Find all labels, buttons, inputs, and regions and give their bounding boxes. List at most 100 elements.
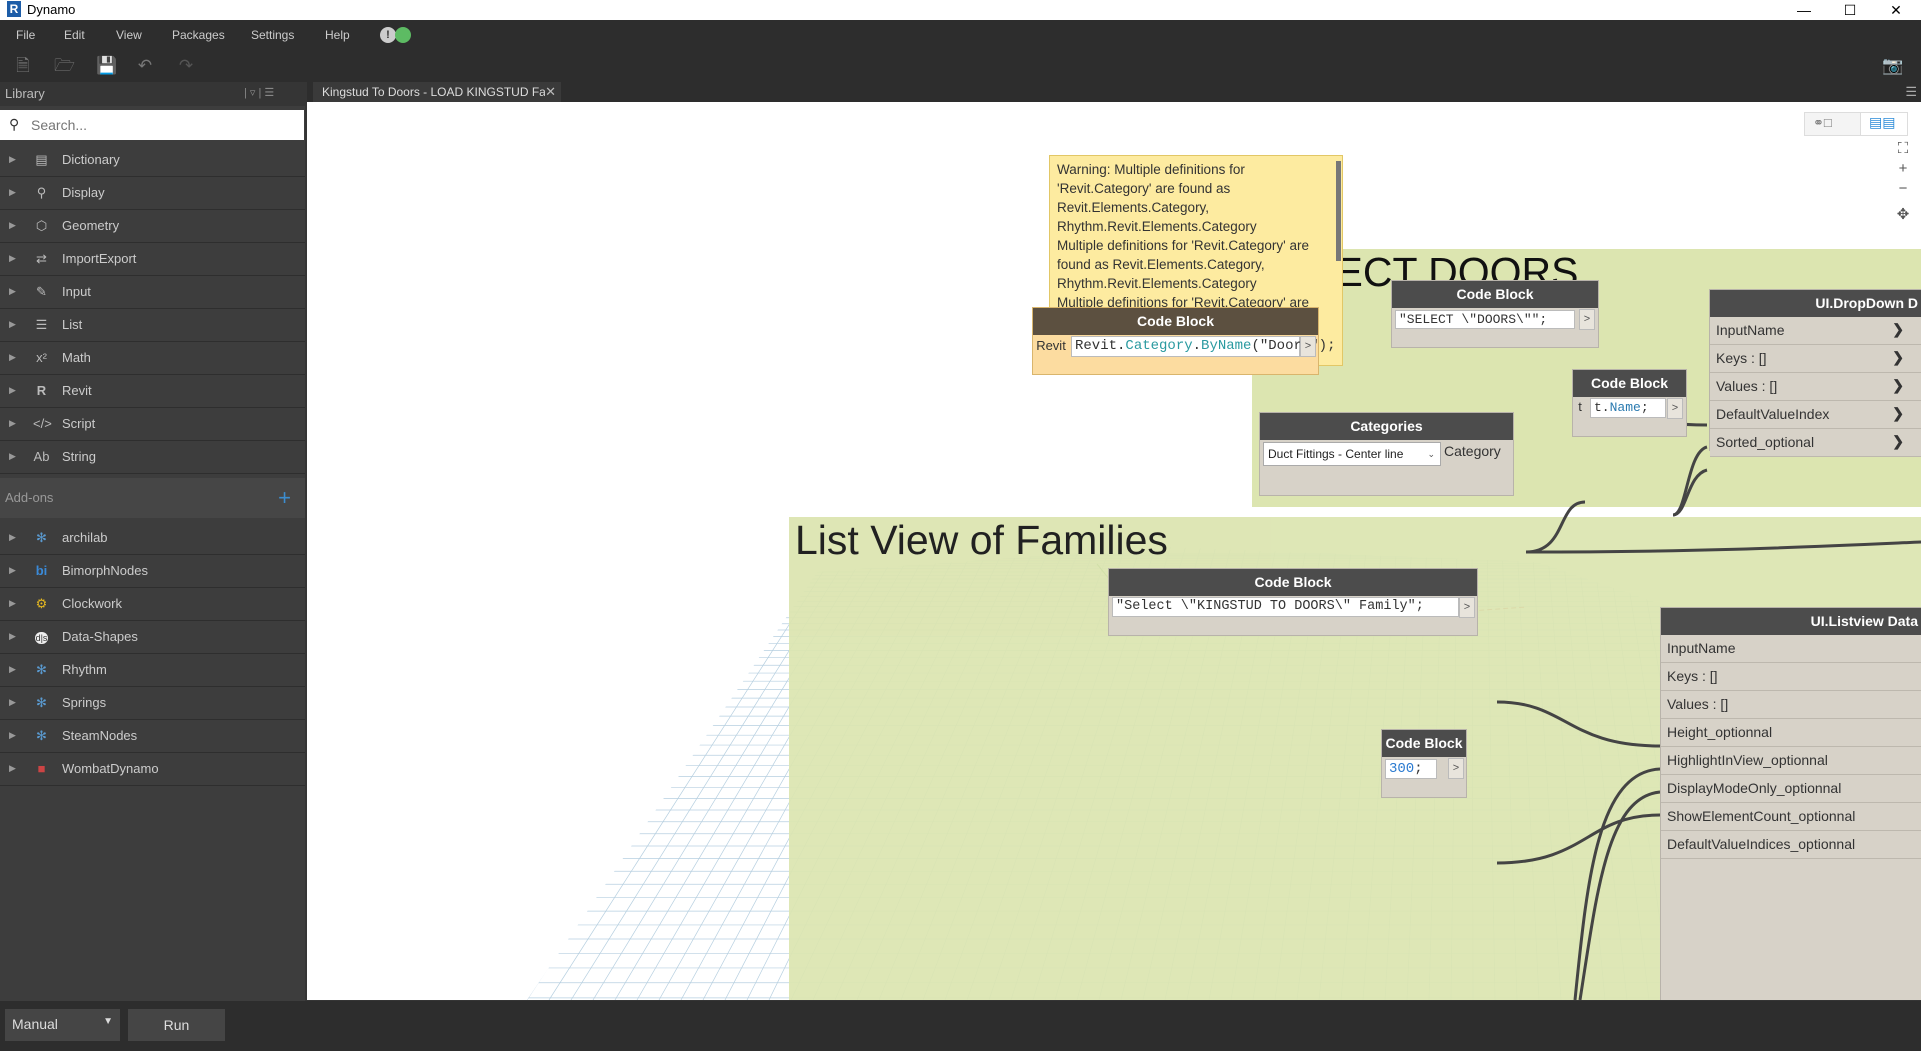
ui-dropdown-node[interactable]: UI.DropDown D InputName ❯ Keys : [] ❯ Values… [1709, 289, 1921, 457]
input-port[interactable]: Values : [] [1661, 691, 1921, 719]
input-port[interactable]: DefaultValueIndices_optionnal [1661, 831, 1921, 859]
library-category[interactable]: ▶ ✎ Input [0, 276, 305, 309]
library-category[interactable]: ▶ R Revit [0, 375, 305, 408]
library-search[interactable]: ⚲ [0, 110, 304, 140]
library-category[interactable]: ▶ ⇄ ImportExport [0, 243, 305, 276]
input-port[interactable]: Sorted_optional ❯ [1710, 429, 1921, 457]
expand-arrow-icon[interactable]: ▶ [9, 187, 16, 198]
warning-scrollbar[interactable] [1336, 161, 1341, 261]
graph-canvas[interactable]: SELECT DOORS List View of Families Warni… [307, 102, 1921, 1000]
categories-node[interactable]: Categories Duct Fittings - Center line ⌄… [1259, 412, 1514, 496]
input-port[interactable]: InputName ❯ [1710, 317, 1921, 345]
addon-package[interactable]: ▶ bi BimorphNodes [0, 555, 305, 588]
input-port[interactable]: ShowElementCount_optionnal [1661, 803, 1921, 831]
menu-file[interactable]: File [16, 28, 35, 42]
pan-icon[interactable]: ✥ [1893, 205, 1913, 225]
code-editor[interactable]: Revit.Category.ByName("Doors"); [1071, 336, 1335, 357]
expand-arrow-icon[interactable]: ▶ [9, 697, 16, 708]
zoom-in-icon[interactable]: + [1893, 159, 1913, 179]
expand-arrow-icon[interactable]: ▶ [9, 730, 16, 741]
open-file-icon[interactable]: 🗁 [54, 57, 75, 75]
new-file-icon[interactable]: 🗎 [14, 57, 32, 75]
addon-package[interactable]: ▶ ✻ Springs [0, 687, 305, 720]
code-block-select-doors-node[interactable]: Code Block "SELECT \"DOORS\""; > [1391, 280, 1599, 348]
input-port[interactable]: Keys : [] ❯ [1710, 345, 1921, 373]
category-dropdown[interactable]: Duct Fittings - Center line ⌄ [1263, 442, 1441, 466]
library-toolbar-icons[interactable]: | ▿ | ☰ [244, 86, 274, 99]
code-editor[interactable]: t.Name; [1590, 398, 1666, 418]
addon-package[interactable]: ▶ ✻ archilab [0, 522, 305, 555]
input-port[interactable]: Values : [] ❯ [1710, 373, 1921, 401]
expand-arrow-icon[interactable]: ▶ [9, 451, 16, 462]
undo-icon[interactable]: ↶ [136, 57, 154, 75]
expand-arrow-icon[interactable]: ▶ [9, 253, 16, 264]
menu-view[interactable]: View [116, 28, 142, 42]
input-port[interactable]: InputName [1661, 635, 1921, 663]
output-port-category[interactable]: Category [1444, 443, 1501, 459]
expand-arrow-icon[interactable]: ▶ [9, 220, 16, 231]
addon-package[interactable]: ▶ ✻ SteamNodes [0, 720, 305, 753]
menu-edit[interactable]: Edit [64, 28, 85, 42]
addon-package[interactable]: ▶ d|s Data-Shapes [0, 621, 305, 654]
code-editor[interactable]: "SELECT \"DOORS\""; [1395, 310, 1575, 329]
expand-arrow-icon[interactable]: ▶ [9, 532, 16, 543]
zoom-out-icon[interactable]: − [1893, 179, 1913, 199]
add-package-icon[interactable]: + [278, 485, 291, 511]
input-port-t[interactable]: t [1573, 399, 1587, 417]
expand-arrow-icon[interactable]: ▶ [9, 664, 16, 675]
output-port[interactable]: > [1579, 309, 1595, 330]
workspace-tab[interactable]: Kingstud To Doors - LOAD KINGSTUD Fa ✕ [313, 82, 561, 102]
input-port[interactable]: Keys : [] [1661, 663, 1921, 691]
tab-menu-icon[interactable]: ☰ [1905, 84, 1917, 100]
expand-arrow-icon[interactable]: ▶ [9, 154, 16, 165]
library-category[interactable]: ▶ ⬡ Geometry [0, 210, 305, 243]
input-port[interactable]: HighlightInView_optionnal [1661, 747, 1921, 775]
expand-arrow-icon[interactable]: ▶ [9, 286, 16, 297]
close-window-icon[interactable]: ✕ [1873, 0, 1919, 20]
menu-help[interactable]: Help [325, 28, 350, 42]
output-port[interactable]: > [1459, 597, 1475, 618]
addon-package[interactable]: ▶ ■ WombatDynamo [0, 753, 305, 786]
run-button[interactable]: Run [128, 1009, 225, 1041]
expand-arrow-icon[interactable]: ▶ [9, 565, 16, 576]
expand-arrow-icon[interactable]: ▶ [9, 418, 16, 429]
menu-settings[interactable]: Settings [251, 28, 294, 42]
output-port[interactable]: > [1448, 758, 1464, 779]
save-icon[interactable]: 💾 [96, 57, 117, 75]
input-port[interactable]: DisplayModeOnly_optionnal [1661, 775, 1921, 803]
expand-arrow-icon[interactable]: ▶ [9, 352, 16, 363]
code-block-kingstud-node[interactable]: Code Block "Select \"KINGSTUD TO DOORS\"… [1108, 568, 1478, 636]
code-block-revit-node[interactable]: Code Block Revit Revit.Category.ByName("… [1032, 307, 1335, 375]
code-block-tname-node[interactable]: Code Block t t.Name; > [1572, 369, 1687, 437]
code-block-300-node[interactable]: Code Block 300; > [1381, 729, 1467, 798]
library-category[interactable]: ▶ x² Math [0, 342, 305, 375]
input-port-revit[interactable]: Revit [1033, 336, 1069, 356]
close-tab-icon[interactable]: ✕ [545, 84, 556, 100]
expand-arrow-icon[interactable]: ▶ [9, 385, 16, 396]
notification-icon[interactable]: ! [380, 27, 396, 43]
output-port[interactable]: > [1667, 398, 1683, 419]
search-input[interactable] [29, 114, 298, 136]
camera-icon[interactable]: 📷 [1882, 57, 1903, 75]
output-port[interactable]: > [1300, 336, 1316, 357]
maximize-icon[interactable]: ☐ [1827, 0, 1873, 20]
expand-arrow-icon[interactable]: ▶ [9, 631, 16, 642]
library-category[interactable]: ▶ </> Script [0, 408, 305, 441]
library-category[interactable]: ▶ Ab String [0, 441, 305, 474]
graph-view-toggle[interactable]: ▤▤ [1860, 112, 1908, 136]
library-category[interactable]: ▶ ⚲ Display [0, 177, 305, 210]
zoom-to-fit-icon[interactable]: ⛶ [1893, 139, 1913, 159]
ui-listview-node[interactable]: UI.Listview Data InputName Keys : [] Value… [1660, 607, 1921, 1000]
status-ok-icon[interactable] [395, 27, 411, 43]
code-editor[interactable]: 300; [1385, 759, 1437, 779]
library-category[interactable]: ▶ ▤ Dictionary [0, 144, 305, 177]
library-category[interactable]: ▶ ☰ List [0, 309, 305, 342]
geometry-view-toggle[interactable]: ⚭□ [1804, 112, 1861, 136]
run-mode-select[interactable]: Manual ▼ [5, 1009, 120, 1041]
addon-package[interactable]: ▶ ⚙ Clockwork [0, 588, 305, 621]
menu-packages[interactable]: Packages [172, 28, 225, 42]
redo-icon[interactable]: ↷ [177, 57, 195, 75]
expand-arrow-icon[interactable]: ▶ [9, 598, 16, 609]
input-port[interactable]: DefaultValueIndex ❯ [1710, 401, 1921, 429]
expand-arrow-icon[interactable]: ▶ [9, 319, 16, 330]
